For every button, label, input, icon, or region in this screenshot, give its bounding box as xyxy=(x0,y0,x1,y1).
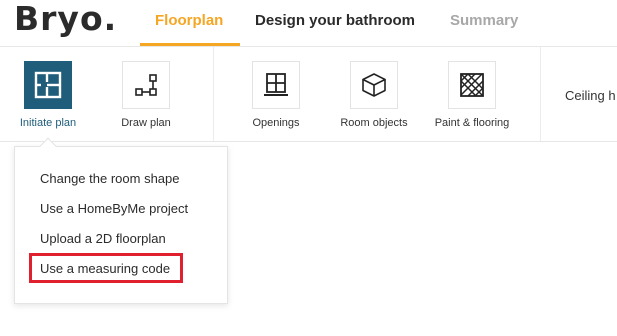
tab-design-your-bathroom[interactable]: Design your bathroom xyxy=(255,12,415,29)
tab-floorplan[interactable]: Floorplan xyxy=(155,12,223,29)
app-header: Bryo. Floorplan Design your bathroom Sum… xyxy=(0,0,617,47)
draw-plan-tool[interactable]: Draw plan xyxy=(101,61,191,129)
active-tab-indicator xyxy=(140,43,240,46)
menu-item-use-homebyme-project[interactable]: Use a HomeByMe project xyxy=(40,201,188,216)
highlight-box xyxy=(29,253,183,283)
draw-plan-label: Draw plan xyxy=(121,117,171,129)
cube-icon[interactable] xyxy=(350,61,398,109)
openings-label: Openings xyxy=(252,117,300,129)
paint-flooring-label: Paint & flooring xyxy=(434,117,510,129)
floorplan-grid-icon[interactable] xyxy=(24,61,72,109)
ceiling-height-label: Ceiling h xyxy=(565,88,616,103)
toolbar: Initiate plan Draw plan Openings Room ob… xyxy=(0,47,617,142)
tile-pattern-icon[interactable] xyxy=(448,61,496,109)
tab-summary[interactable]: Summary xyxy=(450,12,518,29)
menu-item-change-room-shape[interactable]: Change the room shape xyxy=(40,171,179,186)
paint-flooring-tool[interactable]: Paint & flooring xyxy=(427,61,517,129)
menu-item-upload-2d-floorplan[interactable]: Upload a 2D floorplan xyxy=(40,231,166,246)
toolbar-divider xyxy=(540,47,541,141)
draw-plan-icon[interactable] xyxy=(122,61,170,109)
initiate-plan-tool[interactable]: Initiate plan xyxy=(3,61,93,129)
toolbar-divider xyxy=(213,47,214,141)
logo[interactable]: Bryo. xyxy=(14,0,117,38)
window-icon[interactable] xyxy=(252,61,300,109)
initiate-plan-label: Initiate plan xyxy=(19,117,77,129)
room-objects-label: Room objects xyxy=(340,117,408,129)
room-objects-tool[interactable]: Room objects xyxy=(329,61,419,129)
openings-tool[interactable]: Openings xyxy=(231,61,321,129)
